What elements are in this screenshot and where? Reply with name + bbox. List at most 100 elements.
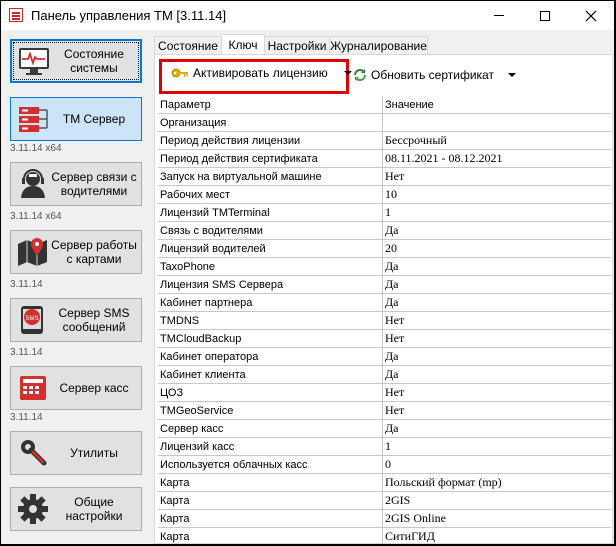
parameter-cell[interactable]: Лицензия SMS Сервера [158, 275, 383, 294]
table-row[interactable]: TMCloudBackup Нет [158, 329, 611, 348]
value-cell[interactable]: 2GIS [382, 491, 611, 510]
parameter-cell[interactable]: Кабинет партнера [158, 293, 383, 312]
table-row[interactable]: Карта 2GIS [158, 491, 611, 510]
value-cell[interactable]: Нет [382, 311, 611, 330]
parameter-cell[interactable]: Лицензий водителей [158, 239, 383, 258]
sidebar-item-label: Состояние системы [64, 47, 124, 75]
value-cell[interactable]: Да [382, 347, 611, 366]
sidebar-item-system-status[interactable]: Состояние системы [10, 39, 142, 83]
parameter-cell[interactable]: TaxoPhone [158, 257, 383, 276]
parameter-cell[interactable]: Организация [158, 113, 383, 132]
value-cell[interactable]: 1 [382, 437, 611, 456]
value-cell[interactable]: 20 [382, 239, 611, 258]
table-row[interactable]: Кабинет клиента Да [158, 365, 611, 384]
value-cell[interactable]: Да [382, 293, 611, 312]
parameter-cell[interactable]: Карта [158, 527, 383, 544]
parameter-cell[interactable]: Карта [158, 491, 383, 510]
parameter-cell[interactable]: TMGeoService [158, 401, 383, 420]
value-cell[interactable]: Нет [382, 167, 611, 186]
table-row[interactable]: Связь с водителями Да [158, 221, 611, 240]
table-row[interactable]: Кабинет оператора Да [158, 347, 611, 366]
parameter-cell[interactable]: Лицензий касс [158, 437, 383, 456]
value-cell[interactable]: СитиГИД [382, 527, 611, 544]
parameter-cell[interactable]: Карта [158, 509, 383, 528]
parameter-cell[interactable]: Используется облачных касс [158, 455, 383, 474]
table-row[interactable]: Кабинет партнера Да [158, 293, 611, 312]
sidebar-item-driver-server[interactable]: Сервер связи с водителями [10, 162, 142, 206]
sidebar-item-tm-server[interactable]: TM Сервер [10, 97, 142, 141]
value-cell[interactable]: Да [382, 365, 611, 384]
activate-license-label: Активировать лицензию [193, 66, 328, 80]
parameter-cell[interactable]: Лицензий TMTerminal [158, 203, 383, 222]
table-row[interactable]: Рабочих мест 10 [158, 185, 611, 204]
table-row[interactable]: Сервер касс Да [158, 419, 611, 438]
value-cell[interactable]: Польский формат (mp) [382, 473, 611, 492]
table-row[interactable]: Карта 2GIS Online [158, 509, 611, 528]
value-cell[interactable]: 10 [382, 185, 611, 204]
parameter-cell[interactable]: ЦОЗ [158, 383, 383, 402]
parameter-cell[interactable]: TMDNS [158, 311, 383, 330]
maximize-button[interactable] [522, 1, 568, 30]
refresh-certificate-button[interactable]: Обновить сертификат [352, 68, 516, 82]
value-cell[interactable]: Да [382, 419, 611, 438]
table-row[interactable]: ЦОЗ Нет [158, 383, 611, 402]
value-cell[interactable]: 08.11.2021 - 08.12.2021 [382, 149, 611, 168]
activate-license-button[interactable]: Активировать лицензию [171, 66, 352, 80]
title-bar[interactable]: Панель управления TM [3.11.14] [1, 1, 614, 30]
parameter-cell[interactable]: Связь с водителями [158, 221, 383, 240]
parameter-cell[interactable]: Период действия лицензии [158, 131, 383, 150]
version-label: 3.11.14 x64 [10, 211, 62, 222]
column-header-parameter[interactable]: Параметр [158, 96, 383, 114]
value-cell[interactable]: Да [382, 275, 611, 294]
parameter-cell[interactable]: Кабинет клиента [158, 365, 383, 384]
table-row[interactable]: Используется облачных касс 0 [158, 455, 611, 474]
tab-key[interactable]: Ключ [221, 34, 265, 55]
key-panel: Активировать лицензию Обновить сертифика… [154, 54, 613, 544]
parameter-cell[interactable]: Запуск на виртуальной машине [158, 167, 383, 186]
sidebar-item-cash-server[interactable]: Сервер касс [10, 366, 142, 410]
table-row[interactable]: TMGeoService Нет [158, 401, 611, 420]
table-row[interactable]: Карта СитиГИД [158, 527, 611, 544]
table-row[interactable]: Организация [158, 113, 611, 132]
tab-status[interactable]: Состояние [154, 36, 222, 54]
sidebar-item-map-server[interactable]: Сервер работы с картами [10, 230, 142, 274]
table-row[interactable]: Период действия сертификата 08.11.2021 - … [158, 149, 611, 168]
value-cell[interactable]: Нет [382, 383, 611, 402]
minimize-button[interactable] [476, 1, 522, 30]
value-cell[interactable]: Да [382, 221, 611, 240]
table-row[interactable]: Лицензий водителей 20 [158, 239, 611, 258]
table-row[interactable]: Лицензий TMTerminal 1 [158, 203, 611, 222]
driver-headset-icon [15, 166, 51, 202]
value-cell[interactable]: Да [382, 257, 611, 276]
window-title: Панель управления TM [3.11.14] [31, 8, 227, 23]
table-row[interactable]: Лицензия SMS Сервера Да [158, 275, 611, 294]
table-row[interactable]: Запуск на виртуальной машине Нет [158, 167, 611, 186]
sidebar-item-general-settings[interactable]: Общие настройки [10, 487, 142, 531]
sidebar: Состояние системы TM Сервер 3.11.14 x64 … [1, 31, 151, 544]
value-cell[interactable]: 0 [382, 455, 611, 474]
table-row[interactable]: Лицензий касс 1 [158, 437, 611, 456]
sidebar-item-label: Сервер работы с картами [51, 238, 137, 266]
parameter-cell[interactable]: Период действия сертификата [158, 149, 383, 168]
value-cell[interactable]: 2GIS Online [382, 509, 611, 528]
table-row[interactable]: TMDNS Нет [158, 311, 611, 330]
value-cell[interactable]: Бессрочный [382, 131, 611, 150]
parameter-cell[interactable]: Карта [158, 473, 383, 492]
value-cell[interactable]: Нет [382, 401, 611, 420]
parameter-cell[interactable]: Кабинет оператора [158, 347, 383, 366]
tab-logging[interactable]: Журналирование [329, 36, 428, 54]
tab-settings[interactable]: Настройки [264, 36, 330, 54]
value-cell[interactable]: Нет [382, 329, 611, 348]
parameter-cell[interactable]: Сервер касс [158, 419, 383, 438]
sidebar-item-utilities[interactable]: Утилиты [10, 431, 142, 475]
close-button[interactable] [568, 1, 614, 30]
table-row[interactable]: Период действия лицензии Бессрочный [158, 131, 611, 150]
table-row[interactable]: Карта Польский формат (mp) [158, 473, 611, 492]
table-row[interactable]: TaxoPhone Да [158, 257, 611, 276]
value-cell[interactable] [382, 113, 611, 132]
sidebar-item-sms-server[interactable]: SMS Сервер SMS сообщений [10, 298, 142, 342]
value-cell[interactable]: 1 [382, 203, 611, 222]
parameter-cell[interactable]: Рабочих мест [158, 185, 383, 204]
parameter-cell[interactable]: TMCloudBackup [158, 329, 383, 348]
column-header-value[interactable]: Значение [382, 96, 611, 114]
